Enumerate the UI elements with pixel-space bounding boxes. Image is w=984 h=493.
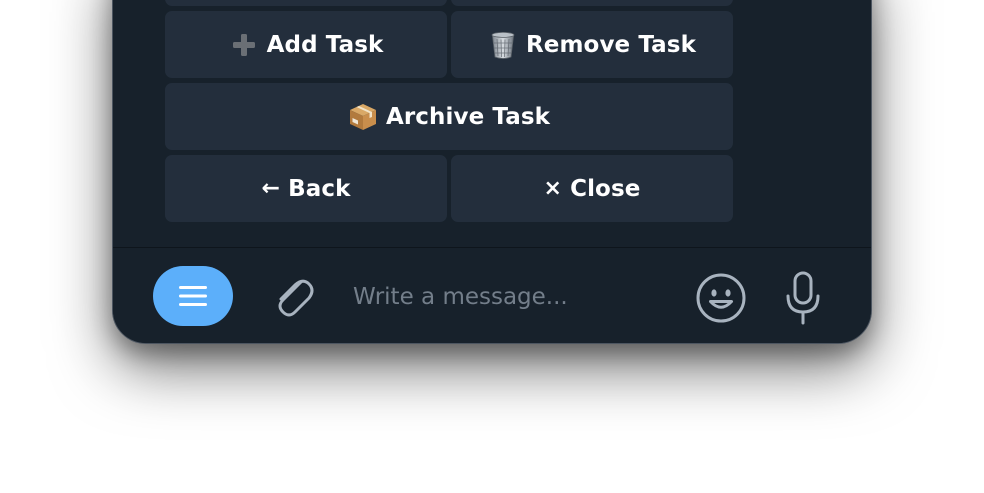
remove-task-label: Remove Task bbox=[525, 31, 696, 58]
add-task-button[interactable]: Add Task bbox=[165, 11, 447, 78]
menu-icon bbox=[179, 286, 207, 306]
back-label: Back bbox=[288, 175, 351, 202]
bot-menu-button[interactable] bbox=[153, 266, 233, 326]
message-input[interactable] bbox=[341, 274, 683, 320]
smiley-icon bbox=[696, 273, 746, 323]
back-button[interactable]: ← Back bbox=[165, 155, 447, 222]
close-label: Close bbox=[570, 175, 641, 202]
add-task-label: Add Task bbox=[266, 31, 384, 58]
arrow-left-icon: ← bbox=[261, 176, 281, 201]
voice-button[interactable] bbox=[777, 268, 829, 328]
message-composer bbox=[113, 247, 871, 343]
microphone-icon bbox=[786, 271, 820, 325]
wastebasket-icon bbox=[488, 30, 518, 60]
close-icon: × bbox=[543, 176, 563, 201]
paperclip-icon bbox=[278, 279, 314, 317]
remove-task-button[interactable]: Remove Task bbox=[451, 11, 733, 78]
archive-task-label: Archive Task bbox=[385, 103, 551, 130]
chat-window: Add Task Remove Task Archive Task ← Back… bbox=[112, 0, 872, 344]
archive-task-button[interactable]: Archive Task bbox=[165, 83, 733, 150]
keyboard-button-hidden-left[interactable] bbox=[165, 0, 447, 6]
keyboard-button-hidden-right[interactable] bbox=[451, 0, 733, 6]
plus-icon bbox=[229, 30, 259, 60]
close-button[interactable]: × Close bbox=[451, 155, 733, 222]
attach-button[interactable] bbox=[265, 270, 321, 326]
package-icon bbox=[348, 102, 378, 132]
inline-keyboard: Add Task Remove Task Archive Task ← Back… bbox=[113, 0, 871, 247]
emoji-button[interactable] bbox=[693, 270, 749, 326]
